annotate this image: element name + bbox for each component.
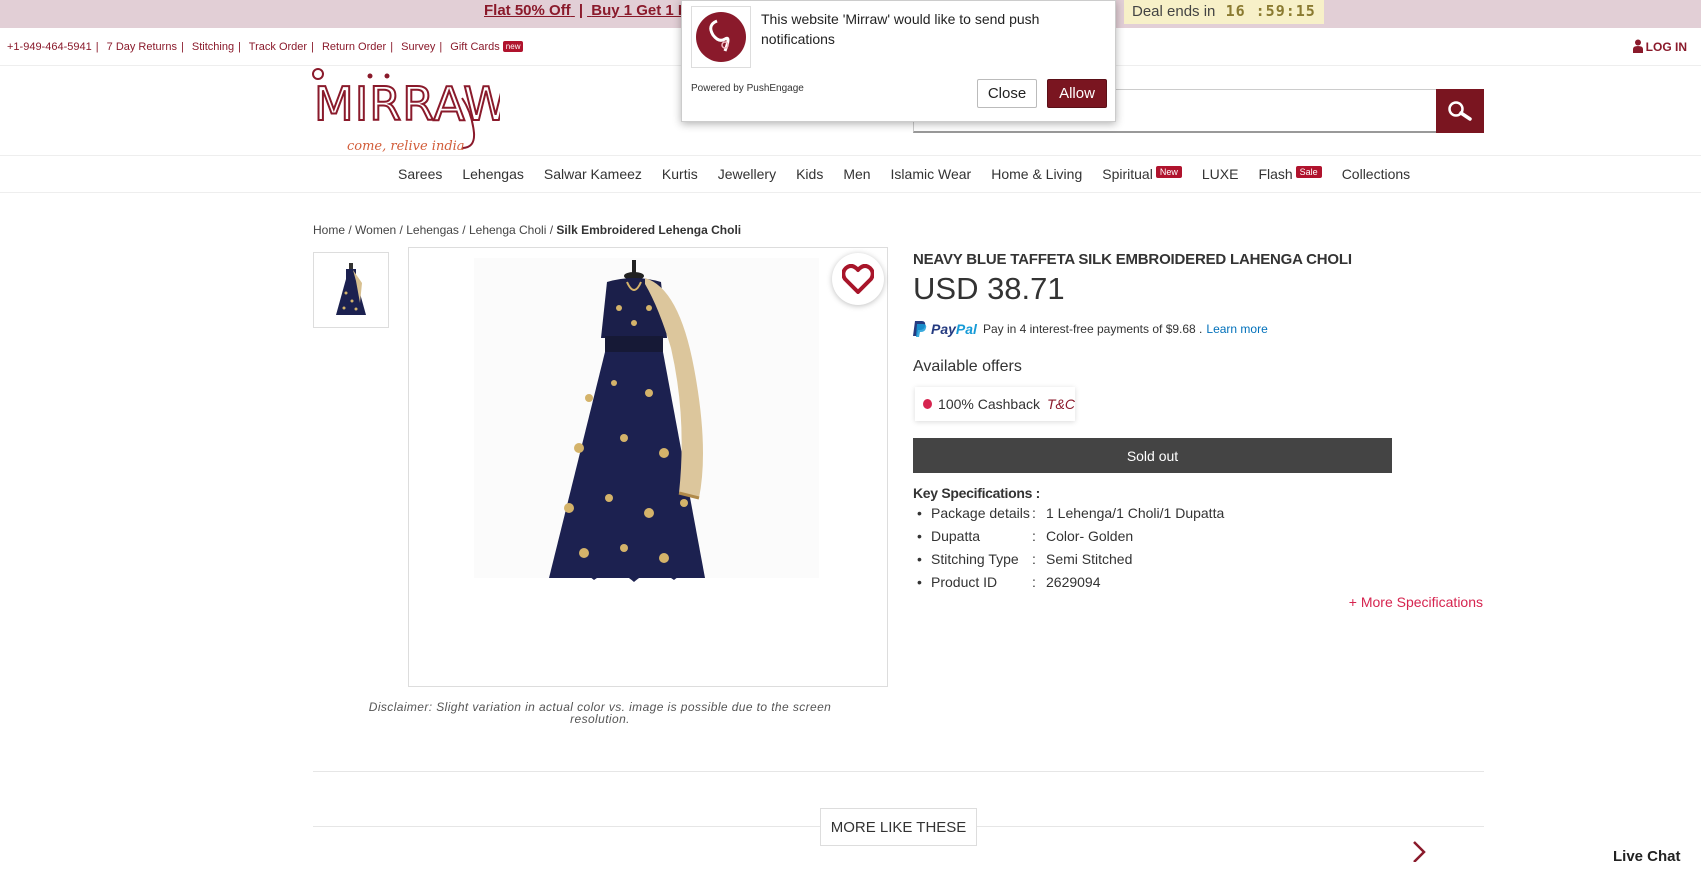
chevron-right-icon [1413,841,1426,863]
push-message: This website 'Mirraw' would like to send… [761,11,1040,47]
nav-item-flash[interactable]: Flash Sale [1258,166,1322,182]
util-link-returns[interactable]: 7 Day Returns [107,41,177,53]
offer-dot-icon [923,399,933,409]
logo-tagline: come, relive india [347,139,465,153]
spec-key: Stitching Type [931,551,1019,567]
gift-cards-new-badge: new [502,41,524,52]
more-specifications-link[interactable]: + More Specifications [1349,594,1483,610]
offer-tnc-link[interactable]: T&C [1047,396,1075,412]
breadcrumb-lehengas[interactable]: Lehengas [406,223,459,237]
nav-new-badge: New [1155,166,1182,178]
product-main-image[interactable] [408,247,888,687]
lehenga-product-image [474,258,819,582]
util-link-stitching[interactable]: Stitching [192,41,234,53]
product-thumbnail[interactable] [313,252,389,328]
spec-key: Product ID [931,574,998,590]
nav-item-kids[interactable]: Kids [796,166,823,182]
color-disclaimer: Disclaimer: Slight variation in actual c… [368,700,832,726]
nav-item-collections[interactable]: Collections [1342,166,1410,182]
breadcrumb-current: Silk Embroidered Lehenga Choli [556,223,742,237]
paypal-icon [913,321,927,337]
user-icon [1632,39,1643,53]
nav-items: Sarees Lehengas Salwar Kameez Kurtis Jew… [398,166,1430,182]
nav-item-luxe[interactable]: LUXE [1202,166,1239,182]
nav-item-islamic-wear[interactable]: Islamic Wear [891,166,972,182]
push-close-button[interactable]: Close [977,79,1037,108]
nav-item-men[interactable]: Men [843,166,870,182]
spec-row: • Dupatta : Color- Golden [917,528,1134,544]
search-button[interactable] [1436,89,1484,133]
promo-separator: | [578,2,584,19]
login-label: LOG IN [1645,40,1687,54]
deal-timer: 16 :59:15 [1225,2,1316,20]
product-price: USD 38.71 [913,271,1065,306]
nav-item-jewellery[interactable]: Jewellery [718,166,776,182]
util-link-phone[interactable]: +1-949-464-5941 [7,41,92,53]
product-title: NEAVY BLUE TAFFETA SILK EMBROIDERED LAHE… [913,251,1352,268]
deal-label: Deal ends in [1132,3,1216,20]
spec-row: • Stitching Type : Semi Stitched [917,551,1133,567]
util-link-return-order[interactable]: Return Order [322,41,386,53]
spec-key: Dupatta [931,528,981,544]
paypal-pay-later: PayPal Pay in 4 interest-free payments o… [913,320,1268,337]
more-like-these-heading: MORE LIKE THESE [820,808,977,846]
paypal-learn-more-link[interactable]: Learn more [1206,322,1267,336]
search-icon [1448,101,1472,121]
nav-spiritual-label: Spiritual [1102,166,1153,182]
lehenga-thumbnail-image [336,263,366,315]
live-chat-button[interactable]: Live Chat [1613,848,1681,865]
spec-row: • Product ID : 2629094 [917,574,1101,590]
util-link-track-order[interactable]: Track Order [249,41,307,53]
spec-value: 2629094 [1046,574,1101,590]
heart-icon [842,264,874,294]
spec-value: Semi Stitched [1046,551,1133,567]
breadcrumb-women[interactable]: Women [355,223,396,237]
utility-links: +1-949-464-5941 | 7 Day Returns | Stitchin… [7,41,524,53]
nav-item-kurtis[interactable]: Kurtis [662,166,698,182]
sold-out-button[interactable]: Sold out [913,438,1392,473]
carousel-next-button[interactable] [1411,840,1427,869]
offer-label: 100% Cashback [938,396,1040,412]
paypal-message: Pay in 4 interest-free payments of $9.68… [982,321,1203,336]
spec-value: 1 Lehenga/1 Choli/1 Dupatta [1046,505,1225,521]
nav-item-sarees[interactable]: Sarees [398,166,442,182]
promo-offers: Flat 50% Off | Buy 1 Get 1 Free [484,2,710,19]
push-notification-popup: This website 'Mirraw' would like to send… [681,0,1116,122]
spec-key: Package details [931,505,1030,521]
util-link-survey[interactable]: Survey [401,41,435,53]
nav-flash-label: Flash [1258,166,1293,182]
nav-item-lehengas[interactable]: Lehengas [462,166,524,182]
nav-item-home-living[interactable]: Home & Living [991,166,1082,182]
available-offers-heading: Available offers [913,358,1022,375]
main-nav: Sarees Lehengas Salwar Kameez Kurtis Jew… [0,155,1701,193]
nav-sale-badge: Sale [1295,166,1322,178]
mirraw-logo-mark: MIRRAW come, relive india [312,68,510,154]
key-specifications-heading: Key Specifications : [913,485,1041,501]
promo-offer-flat50[interactable]: Flat 50% Off [484,2,571,19]
nav-item-salwar-kameez[interactable]: Salwar Kameez [544,166,642,182]
paypal-logo-text: PayPal [931,320,977,337]
push-allow-button[interactable]: Allow [1047,79,1107,108]
breadcrumb-home[interactable]: Home [313,223,345,237]
section-divider [313,771,1484,772]
deal-countdown: Deal ends in 16 :59:15 [1124,0,1324,24]
mirraw-logo[interactable]: MIRRAW come, relive india [312,68,510,154]
wishlist-button[interactable] [832,253,884,305]
breadcrumb-lehenga-choli[interactable]: Lehenga Choli [469,223,546,237]
nav-item-spiritual[interactable]: Spiritual New [1102,166,1182,182]
offer-chip-cashback: 100% Cashback T&C [915,387,1075,421]
push-powered-by: Powered by PushEngage [691,83,804,94]
spec-value: Color- Golden [1046,528,1134,544]
util-link-gift-cards[interactable]: Gift Cards [450,41,500,53]
breadcrumb: Home / Women / Lehengas / Lehenga Choli … [313,223,742,237]
spec-row: • Package details : 1 Lehenga/1 Choli/1 … [917,505,1225,521]
login-link[interactable]: LOG IN [1632,39,1687,54]
mirraw-avatar-icon [696,12,746,62]
mirraw-push-logo [691,6,751,68]
